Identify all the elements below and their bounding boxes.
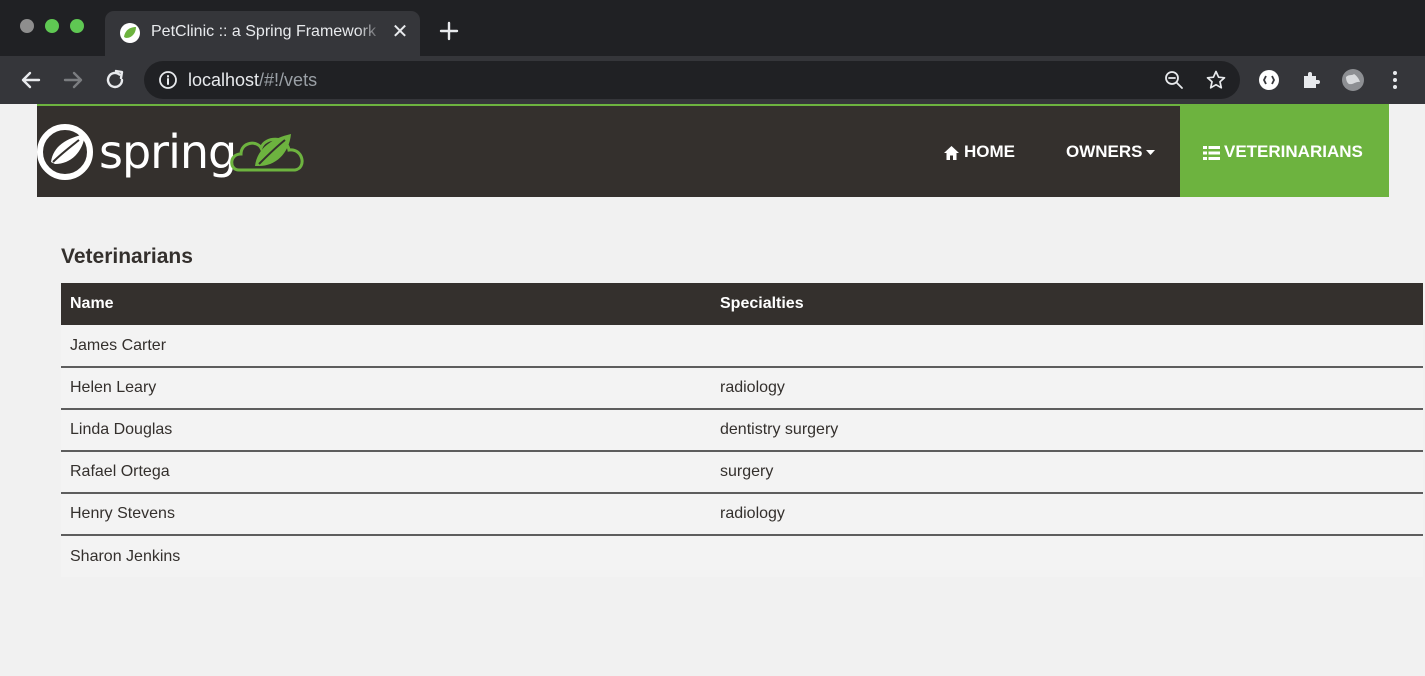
table-row: Sharon Jenkins: [61, 535, 1423, 577]
nav-home-label: HOME: [964, 142, 1015, 161]
table-row: Helen Leary radiology: [61, 367, 1423, 410]
column-header-name: Name: [61, 283, 711, 325]
bookmark-star-icon[interactable]: [1205, 69, 1227, 91]
nav-veterinarians-label: VETERINARIANS: [1224, 142, 1363, 161]
nav-owners-label: OWNERS: [1066, 142, 1143, 161]
nav-home[interactable]: HOME: [943, 106, 1015, 197]
extension-circle-icon[interactable]: [1256, 67, 1282, 93]
vet-name-cell: James Carter: [61, 325, 711, 368]
cloud-leaf-logo-icon: [230, 134, 304, 172]
info-icon[interactable]: [158, 70, 178, 90]
new-tab-icon[interactable]: [436, 18, 462, 44]
zoom-out-icon[interactable]: [1163, 69, 1185, 91]
profile-avatar-icon[interactable]: [1340, 67, 1366, 93]
spring-leaf-logo-icon: [37, 124, 93, 180]
url-path: /#!/vets: [259, 70, 318, 90]
close-tab-icon[interactable]: ✕: [389, 21, 411, 43]
spring-favicon-icon: [120, 23, 140, 43]
forward-arrow-icon[interactable]: [60, 67, 86, 93]
vet-specialties-cell: dentistry surgery: [711, 409, 1423, 452]
vet-specialties-cell: surgery: [711, 451, 1423, 494]
vet-name-cell: Sharon Jenkins: [61, 535, 711, 577]
browser-tab[interactable]: PetClinic :: a Spring Framework ✕: [105, 11, 420, 56]
browser-toolbar: localhost/#!/vets: [0, 56, 1425, 104]
more-menu-icon[interactable]: [1382, 67, 1408, 93]
tab-title: PetClinic :: a Spring Framework: [151, 23, 376, 40]
reload-icon[interactable]: [102, 67, 128, 93]
url-host: localhost: [188, 70, 260, 90]
vet-specialties-cell: [711, 535, 1423, 577]
vet-specialties-cell: radiology: [711, 493, 1423, 536]
table-header-row: Name Specialties: [61, 283, 1423, 325]
vet-name-cell: Linda Douglas: [61, 409, 711, 452]
extensions-puzzle-icon[interactable]: [1298, 67, 1324, 93]
vet-name-cell: Rafael Ortega: [61, 451, 711, 494]
list-icon: [1203, 145, 1220, 160]
site-navbar: spring HOME OWNERS VETERINARIANS: [37, 106, 1389, 197]
vet-name-cell: Henry Stevens: [61, 493, 711, 536]
vets-table: Name Specialties James Carter Helen Lear…: [61, 283, 1423, 577]
nav-owners[interactable]: OWNERS: [1066, 106, 1155, 197]
url-text[interactable]: localhost/#!/vets: [188, 70, 317, 91]
table-row: Henry Stevens radiology: [61, 493, 1423, 536]
vet-specialties-cell: [711, 325, 1423, 368]
logo-text: spring: [99, 125, 237, 179]
spring-logo[interactable]: spring: [37, 120, 317, 182]
browser-tab-bar: PetClinic :: a Spring Framework ✕: [0, 0, 1425, 56]
nav-veterinarians[interactable]: VETERINARIANS: [1180, 106, 1389, 197]
page-title: Veterinarians: [61, 245, 193, 268]
vet-specialties-cell: radiology: [711, 367, 1423, 410]
column-header-specialties: Specialties: [711, 283, 1423, 325]
window-close-button[interactable]: [20, 19, 34, 33]
vet-name-cell: Helen Leary: [61, 367, 711, 410]
window-zoom-button[interactable]: [70, 19, 84, 33]
table-row: Linda Douglas dentistry surgery: [61, 409, 1423, 452]
address-bar[interactable]: localhost/#!/vets: [144, 61, 1240, 99]
window-minimize-button[interactable]: [45, 19, 59, 33]
caret-down-icon: [1145, 149, 1155, 155]
table-row: James Carter: [61, 325, 1423, 368]
back-arrow-icon[interactable]: [18, 67, 44, 93]
table-row: Rafael Ortega surgery: [61, 451, 1423, 494]
home-icon: [944, 145, 959, 160]
